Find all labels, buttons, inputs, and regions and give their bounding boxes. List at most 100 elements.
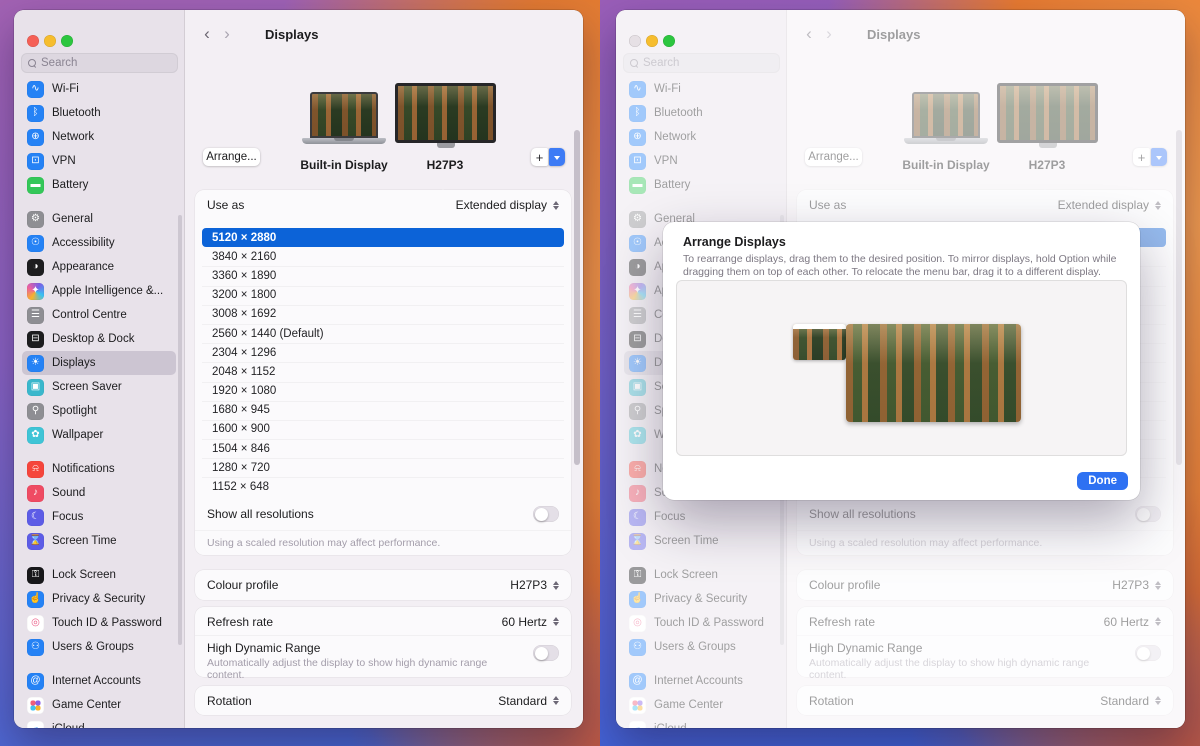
add-display-button[interactable]: + <box>531 148 548 166</box>
sidebar-item[interactable]: ⊕ Network <box>22 125 176 149</box>
sidebar-item[interactable]: ⚇ Users & Groups <box>624 635 778 659</box>
search-input[interactable]: Search <box>623 53 780 73</box>
external-display-thumbnail[interactable] <box>395 83 496 143</box>
sidebar-item[interactable]: Game Center <box>22 693 176 717</box>
rotation-select[interactable]: Standard <box>498 693 559 708</box>
sidebar-scrollbar[interactable] <box>178 215 182 645</box>
resolution-option[interactable]: 3840 × 2160 <box>202 247 564 266</box>
sidebar-item[interactable]: ☝ Privacy & Security <box>22 587 176 611</box>
sidebar-item[interactable]: ☾ Focus <box>22 505 176 529</box>
add-display-button[interactable]: + <box>1133 148 1150 166</box>
resolution-option[interactable]: 2048 × 1152 <box>202 362 564 381</box>
arrange-button[interactable]: Arrange... <box>203 148 260 166</box>
sidebar-item[interactable]: ◑ Appearance <box>22 255 176 279</box>
sidebar-item[interactable]: ☾ Focus <box>624 505 778 529</box>
sidebar-item[interactable]: ☁ iCloud <box>22 717 176 728</box>
resolution-option[interactable]: 3200 × 1800 <box>202 286 564 305</box>
refresh-rate-select[interactable]: 60 Hertz <box>502 614 559 629</box>
sidebar-item[interactable]: ᛒ Bluetooth <box>624 101 778 125</box>
resolution-option[interactable]: 1680 × 945 <box>202 401 564 420</box>
sidebar-item[interactable]: ∿ Wi-Fi <box>22 77 176 101</box>
sidebar-item[interactable]: ☀ Displays <box>22 351 176 375</box>
zoom-button[interactable] <box>61 35 73 47</box>
sidebar-item[interactable]: ⊟ Desktop & Dock <box>22 327 176 351</box>
sidebar-item[interactable]: ♪ Sound <box>22 481 176 505</box>
search-input[interactable]: Search <box>21 53 178 73</box>
sidebar-item[interactable]: ◎ Touch ID & Password <box>22 611 176 635</box>
window-controls <box>629 35 675 47</box>
sidebar-item[interactable]: ⚲ Spotlight <box>22 399 176 423</box>
resolution-option[interactable]: 2560 × 1440 (Default) <box>202 324 564 343</box>
main-scrollbar[interactable] <box>574 130 580 465</box>
game-center-icon <box>27 697 44 714</box>
sidebar-item[interactable]: ▬ Battery <box>624 173 778 197</box>
sidebar-item[interactable]: ✿ Wallpaper <box>22 423 176 447</box>
builtin-display-thumbnail[interactable] <box>912 92 980 138</box>
sidebar-item[interactable]: ☉ Accessibility <box>22 231 176 255</box>
colour-profile-select[interactable]: H27P3 <box>1112 578 1161 593</box>
use-as-select[interactable]: Extended display <box>1058 198 1161 213</box>
add-display-menu-button[interactable] <box>1151 148 1167 166</box>
main-scrollbar[interactable] <box>1176 130 1182 465</box>
hdr-toggle[interactable] <box>1135 645 1161 661</box>
sidebar-item[interactable]: ☁ iCloud <box>624 717 778 728</box>
sidebar-item[interactable]: @ Internet Accounts <box>22 669 176 693</box>
sidebar-item[interactable]: ⚿ Lock Screen <box>624 563 778 587</box>
builtin-display-arrangement[interactable] <box>793 324 846 360</box>
stepper-icon <box>1155 614 1161 629</box>
sidebar-item[interactable]: ⚇ Users & Groups <box>22 635 176 659</box>
back-button[interactable]: ‹ <box>799 25 819 43</box>
forward-button[interactable]: › <box>819 25 839 43</box>
external-display-arrangement[interactable] <box>846 324 1021 422</box>
touch-id-icon: ◎ <box>629 615 646 632</box>
show-all-resolutions-toggle[interactable] <box>1135 506 1161 522</box>
add-display-menu-button[interactable] <box>549 148 565 166</box>
arrange-button[interactable]: Arrange... <box>805 148 862 166</box>
sidebar-item[interactable]: @ Internet Accounts <box>624 669 778 693</box>
sidebar-item[interactable]: ◎ Touch ID & Password <box>624 611 778 635</box>
sidebar-item[interactable]: ⊡ VPN <box>624 149 778 173</box>
nav-bar: ‹ › Displays <box>787 24 920 44</box>
sidebar-item[interactable]: ⊡ VPN <box>22 149 176 173</box>
sidebar-item[interactable]: ⊕ Network <box>624 125 778 149</box>
hdr-toggle[interactable] <box>533 645 559 661</box>
sidebar-item[interactable]: ⚙ General <box>22 207 176 231</box>
close-button[interactable] <box>27 35 39 47</box>
show-all-resolutions-toggle[interactable] <box>533 506 559 522</box>
zoom-button[interactable] <box>663 35 675 47</box>
sidebar-item[interactable]: ☝ Privacy & Security <box>624 587 778 611</box>
resolution-option[interactable]: 5120 × 2880 <box>202 228 564 247</box>
minimize-button[interactable] <box>646 35 658 47</box>
sidebar-item[interactable]: Game Center <box>624 693 778 717</box>
sidebar-item[interactable]: ⌛ Screen Time <box>624 529 778 553</box>
resolution-option[interactable]: 3008 × 1692 <box>202 305 564 324</box>
sidebar-item[interactable]: ⚿ Lock Screen <box>22 563 176 587</box>
back-button[interactable]: ‹ <box>197 25 217 43</box>
forward-button[interactable]: › <box>217 25 237 43</box>
sidebar-item[interactable]: ᛒ Bluetooth <box>22 101 176 125</box>
desktop-dock-icon: ⊟ <box>629 331 646 348</box>
minimize-button[interactable] <box>44 35 56 47</box>
resolution-option[interactable]: 1920 × 1080 <box>202 382 564 401</box>
sidebar-item[interactable]: ▣ Screen Saver <box>22 375 176 399</box>
done-button[interactable]: Done <box>1077 472 1128 490</box>
external-display-thumbnail[interactable] <box>997 83 1098 143</box>
colour-profile-select[interactable]: H27P3 <box>510 578 559 593</box>
resolution-option[interactable]: 1600 × 900 <box>202 420 564 439</box>
builtin-display-thumbnail[interactable] <box>310 92 378 138</box>
rotation-select[interactable]: Standard <box>1100 693 1161 708</box>
use-as-select[interactable]: Extended display <box>456 198 559 213</box>
sidebar-item[interactable]: ✦ Apple Intelligence &... <box>22 279 176 303</box>
refresh-rate-select[interactable]: 60 Hertz <box>1104 614 1161 629</box>
close-button[interactable] <box>629 35 641 47</box>
resolution-option[interactable]: 2304 × 1296 <box>202 343 564 362</box>
sidebar-item[interactable]: ⌛ Screen Time <box>22 529 176 553</box>
sidebar-item[interactable]: ☰ Control Centre <box>22 303 176 327</box>
resolution-option[interactable]: 1280 × 720 <box>202 458 564 477</box>
sidebar-item[interactable]: ▬ Battery <box>22 173 176 197</box>
sidebar-item[interactable]: ∿ Wi-Fi <box>624 77 778 101</box>
sidebar-item[interactable]: ⍾ Notifications <box>22 457 176 481</box>
resolution-option[interactable]: 3360 × 1890 <box>202 266 564 285</box>
resolution-option[interactable]: 1152 × 648 <box>202 477 564 496</box>
resolution-option[interactable]: 1504 × 846 <box>202 439 564 458</box>
